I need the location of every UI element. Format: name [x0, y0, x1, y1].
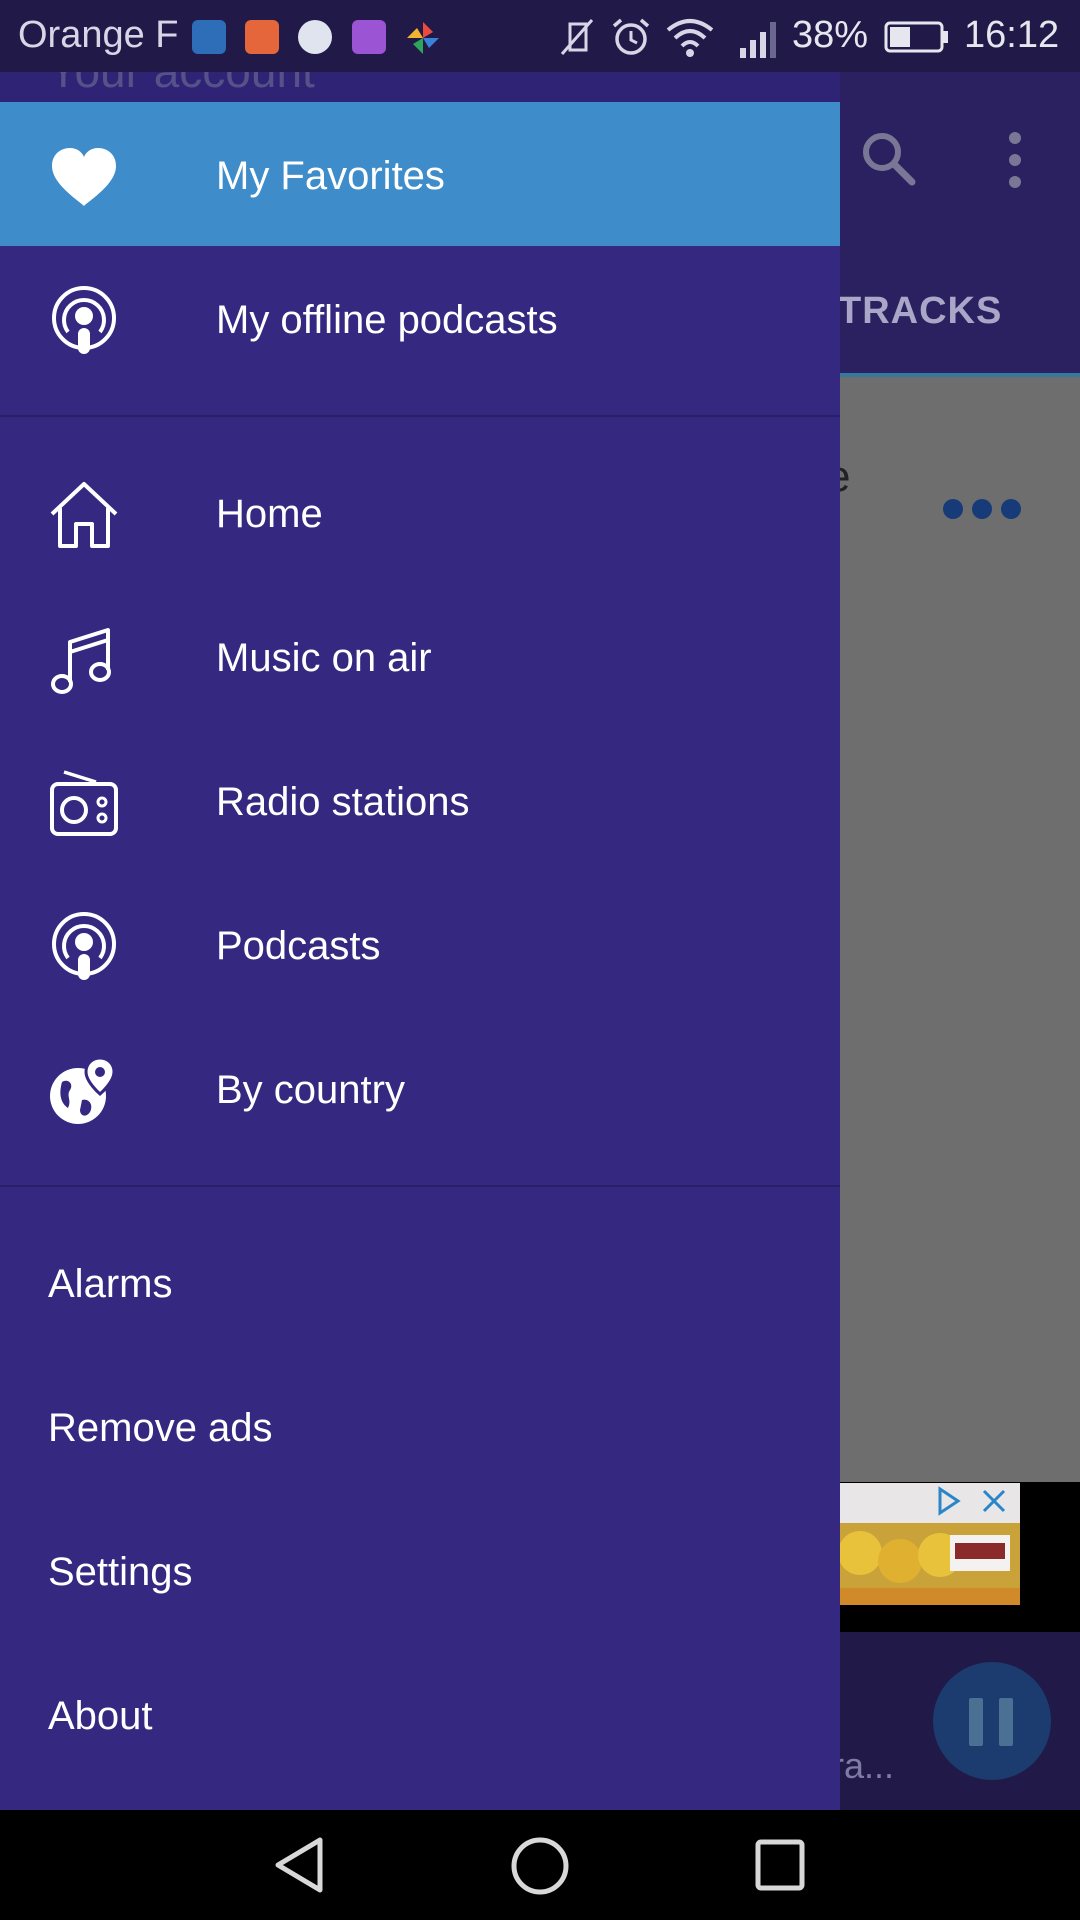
- drawer-item-about[interactable]: About: [0, 1642, 840, 1786]
- navigation-drawer: My Favorites My offline podcasts Home Mu…: [0, 102, 840, 1810]
- pause-icon-bar: [999, 1698, 1013, 1746]
- pause-button[interactable]: [933, 1662, 1051, 1780]
- drawer-item-my-offline-podcasts[interactable]: My offline podcasts: [0, 246, 840, 390]
- drawer-item-label: My Favorites: [216, 154, 445, 198]
- home-circle-icon[interactable]: [510, 1836, 570, 1896]
- drawer-item-settings[interactable]: Settings: [0, 1498, 840, 1642]
- drawer-item-music-on-air[interactable]: Music on air: [0, 584, 840, 728]
- drawer-header: Your account: [0, 72, 840, 102]
- music-note-icon: [51, 628, 111, 694]
- drawer-item-label: Music on air: [216, 636, 432, 680]
- home-icon: [50, 482, 118, 548]
- search-icon[interactable]: [858, 128, 918, 188]
- drawer-item-label: Home: [216, 492, 323, 536]
- drawer-item-alarms[interactable]: Alarms: [0, 1210, 840, 1354]
- wifi-icon: [666, 19, 714, 57]
- recent-apps-icon[interactable]: [754, 1838, 806, 1892]
- carrier-name: Orange F: [18, 14, 179, 56]
- player-title-fragment: ra...: [832, 1745, 895, 1786]
- drawer-item-label: Podcasts: [216, 924, 381, 968]
- vibrate-mute-icon: [560, 19, 594, 55]
- radio-icon: [50, 770, 118, 836]
- item-options-icon[interactable]: [942, 498, 1022, 520]
- account-label[interactable]: Your account: [48, 72, 315, 98]
- ad-image: [830, 1483, 1020, 1605]
- heart-icon: [52, 148, 116, 206]
- drawer-item-label: Alarms: [48, 1262, 173, 1306]
- drawer-item-my-favorites[interactable]: My Favorites: [0, 102, 840, 246]
- battery-percent: 38%: [792, 14, 869, 56]
- drawer-item-label: By country: [216, 1068, 405, 1112]
- signal-strength-icon: [740, 22, 776, 58]
- radio-app-notification-icon: [192, 20, 226, 54]
- drawer-item-label: My offline podcasts: [216, 298, 558, 342]
- clock: 16:12: [964, 14, 1060, 56]
- drawer-item-remove-ads[interactable]: Remove ads: [0, 1354, 840, 1498]
- health-app-notification-icon: [245, 20, 279, 54]
- status-bar: Orange F 38% 16:12: [0, 0, 1080, 72]
- tab-tracks[interactable]: TRACKS: [838, 290, 1002, 333]
- battery-icon: [884, 21, 948, 53]
- drawer-item-home[interactable]: Home: [0, 440, 840, 584]
- messenger-notification-icon: [298, 20, 332, 54]
- pinwheel-notification-icon: [407, 22, 439, 54]
- globe-pin-icon: [50, 1056, 116, 1124]
- drawer-divider: [0, 415, 840, 417]
- drawer-item-label: Radio stations: [216, 780, 470, 824]
- drawer-item-label: About: [48, 1694, 153, 1738]
- pause-icon-bar: [969, 1698, 983, 1746]
- drawer-item-label: Settings: [48, 1550, 193, 1594]
- gallery-notification-icon: [352, 20, 386, 54]
- drawer-item-podcasts[interactable]: Podcasts: [0, 872, 840, 1016]
- drawer-item-radio-stations[interactable]: Radio stations: [0, 728, 840, 872]
- ad-banner[interactable]: [830, 1483, 1020, 1605]
- podcast-icon: [52, 912, 116, 980]
- drawer-item-label: Remove ads: [48, 1406, 273, 1450]
- back-icon[interactable]: [272, 1836, 326, 1894]
- alarm-icon: [612, 18, 650, 55]
- more-options-icon[interactable]: [1005, 130, 1025, 190]
- podcast-icon: [52, 286, 116, 354]
- drawer-item-by-country[interactable]: By country: [0, 1016, 840, 1160]
- drawer-divider: [0, 1185, 840, 1187]
